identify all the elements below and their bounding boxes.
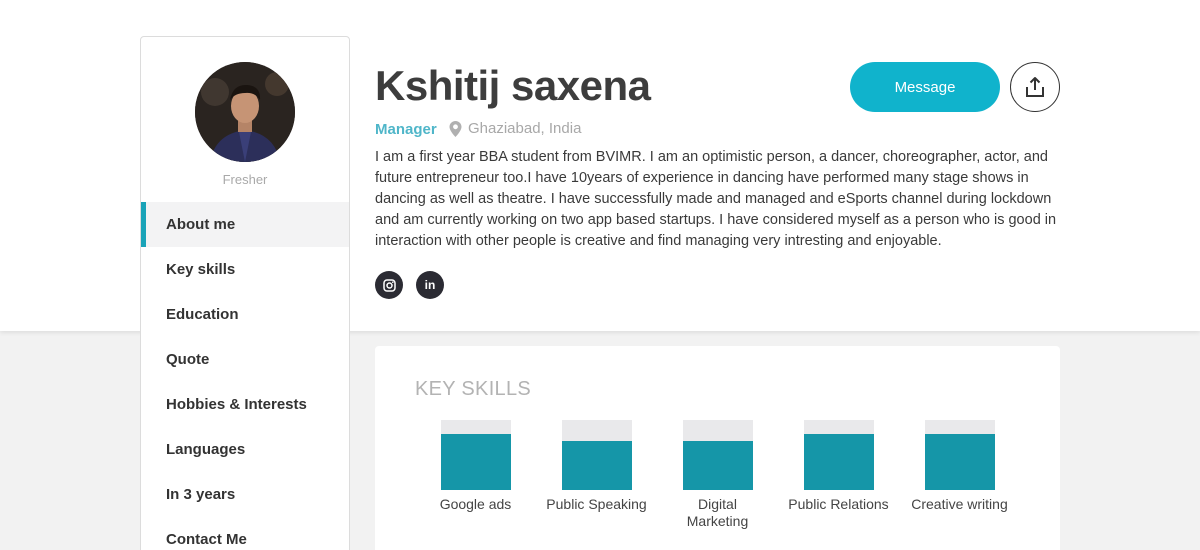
status-label: Fresher bbox=[222, 172, 268, 187]
share-button[interactable] bbox=[1010, 62, 1060, 112]
skill-bar-fill bbox=[561, 441, 632, 490]
sidebar-nav: About me Key skills Education Quote Hobb… bbox=[141, 202, 349, 550]
location-pin-icon bbox=[449, 120, 462, 137]
profile-name: Kshitij saxena bbox=[375, 62, 651, 109]
instagram-icon[interactable] bbox=[375, 271, 403, 299]
skill-bar-fill bbox=[440, 434, 511, 490]
skill-bar bbox=[561, 420, 632, 490]
profile-location: Ghaziabad, India bbox=[449, 120, 581, 137]
skill-item: Digital Marketing bbox=[657, 420, 778, 530]
skill-bar-fill bbox=[924, 434, 995, 490]
sidebar-item-quote[interactable]: Quote bbox=[141, 337, 349, 382]
profile-sidebar: Fresher About me Key skills Education Qu… bbox=[140, 36, 350, 550]
share-icon bbox=[1026, 77, 1044, 97]
avatar-photo bbox=[195, 62, 295, 162]
skill-bar bbox=[803, 420, 874, 490]
avatar bbox=[195, 62, 295, 162]
sidebar-item-languages[interactable]: Languages bbox=[141, 427, 349, 472]
skill-bar bbox=[924, 420, 995, 490]
skill-label: Creative writing bbox=[911, 496, 1008, 512]
key-skills-card: KEY SKILLS Google ads Public Speaking Di… bbox=[375, 346, 1060, 550]
skill-label: Google ads bbox=[439, 496, 512, 512]
social-links: in bbox=[375, 271, 444, 299]
key-skills-title: KEY SKILLS bbox=[415, 378, 532, 400]
skill-bar-fill bbox=[803, 434, 874, 490]
sidebar-item-education[interactable]: Education bbox=[141, 292, 349, 337]
sidebar-item-about-me[interactable]: About me bbox=[141, 202, 349, 247]
message-button[interactable]: Message bbox=[850, 62, 1000, 112]
sidebar-item-in-3-years[interactable]: In 3 years bbox=[141, 472, 349, 517]
location-text: Ghaziabad, India bbox=[468, 120, 582, 137]
skill-item: Public Relations bbox=[778, 420, 899, 513]
linkedin-icon[interactable]: in bbox=[416, 271, 444, 299]
skill-label: Digital Marketing bbox=[686, 496, 749, 529]
profile-role: Manager bbox=[375, 121, 437, 138]
skill-item: Public Speaking bbox=[536, 420, 657, 513]
skill-bar-fill bbox=[682, 441, 753, 490]
skill-item: Creative writing bbox=[899, 420, 1020, 513]
skill-label: Public Speaking bbox=[546, 496, 647, 512]
sidebar-item-key-skills[interactable]: Key skills bbox=[141, 247, 349, 292]
sidebar-item-hobbies[interactable]: Hobbies & Interests bbox=[141, 382, 349, 427]
skill-item: Google ads bbox=[415, 420, 536, 513]
sidebar-item-contact-me[interactable]: Contact Me bbox=[141, 517, 349, 550]
skill-bar bbox=[440, 420, 511, 490]
skill-label: Public Relations bbox=[788, 496, 889, 512]
profile-bio: I am a first year BBA student from BVIMR… bbox=[375, 149, 1057, 249]
skill-bar bbox=[682, 420, 753, 490]
